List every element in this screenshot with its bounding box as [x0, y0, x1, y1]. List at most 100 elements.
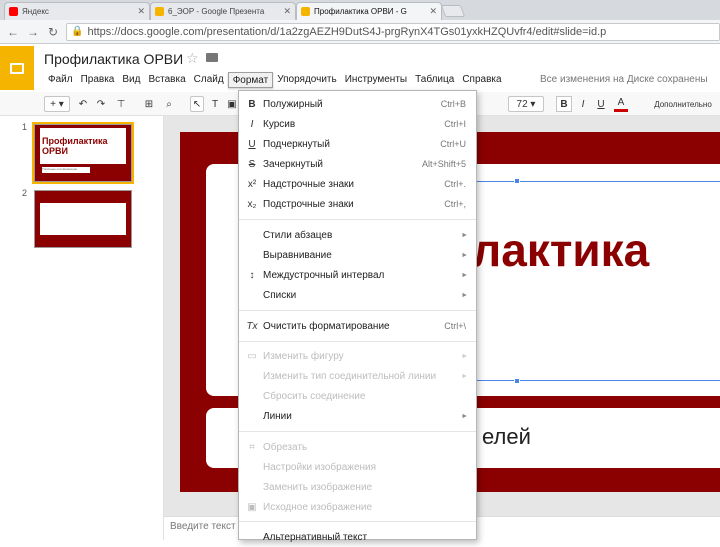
menu-separator	[239, 431, 476, 432]
reset-image-icon: ▣	[247, 501, 257, 513]
menu-item-change-shape[interactable]: ▭ Изменить фигуру ►	[239, 346, 476, 366]
text-color-button[interactable]: A	[614, 96, 628, 112]
strikethrough-icon: S	[248, 158, 256, 170]
menu-tools[interactable]: Инструменты	[341, 72, 411, 88]
font-size-value: 72	[516, 98, 528, 110]
document-title[interactable]: Профилактика ОРВИ	[44, 51, 183, 67]
app-header: Профилактика ОРВИ ☆ Файл Правка Вид Вста…	[0, 44, 720, 92]
menu-item-lists[interactable]: Списки ►	[239, 285, 476, 305]
menu-item-paragraph-styles[interactable]: Стили абзацев ►	[239, 225, 476, 245]
folder-icon[interactable]	[206, 53, 218, 62]
more-button[interactable]: Дополнительно	[650, 96, 716, 112]
select-tool-icon[interactable]: ↖	[190, 96, 204, 112]
menu-item-superscript[interactable]: x² Надстрочные знаки Ctrl+.	[239, 174, 476, 194]
submenu-arrow-icon: ►	[461, 291, 468, 299]
zoom-fit-icon[interactable]: ⊞	[142, 96, 156, 112]
font-size-select[interactable]: 72 ▾	[508, 96, 544, 112]
text-box-icon[interactable]: T	[208, 96, 222, 112]
underline-button[interactable]: U	[594, 96, 608, 112]
shape-icon: ▭	[247, 350, 257, 362]
save-status[interactable]: Все изменения на Диске сохранены	[540, 74, 708, 85]
slides-logo-icon[interactable]	[0, 46, 34, 90]
menu-item-clear-formatting[interactable]: Tx Очистить форматирование Ctrl+\	[239, 316, 476, 336]
submenu-arrow-icon: ►	[461, 231, 468, 239]
underline-icon: U	[248, 138, 256, 150]
redo-icon[interactable]: ↷	[94, 96, 108, 112]
menu-item-change-connector[interactable]: Изменить тип соединительной линии ►	[239, 366, 476, 386]
browser-tab-yandex[interactable]: Яндекс ✕	[4, 2, 150, 20]
new-tab-button[interactable]	[440, 5, 466, 17]
menu-edit[interactable]: Правка	[77, 72, 119, 88]
zoom-icon[interactable]: ⌕	[162, 96, 176, 112]
menu-slide[interactable]: Слайд	[190, 72, 228, 88]
url-text: https://docs.google.com/presentation/d/1…	[87, 25, 607, 38]
menu-view[interactable]: Вид	[118, 72, 144, 88]
back-arrow-icon[interactable]: ←	[6, 25, 20, 39]
slide-filmstrip: 1 Профилактика ОРВИ Типичные составляющи…	[0, 116, 164, 540]
format-menu-dropdown: B Полужирный Ctrl+B I Курсив Ctrl+I U По…	[238, 90, 477, 543]
menu-item-reset-connection[interactable]: Сбросить соединение	[239, 386, 476, 406]
notes-placeholder: Введите текст	[170, 521, 236, 532]
lock-icon: 🔒	[71, 26, 84, 37]
line-spacing-icon: ↕	[249, 269, 255, 281]
url-field[interactable]: 🔒 https://docs.google.com/presentation/d…	[66, 22, 720, 41]
menu-separator	[239, 341, 476, 342]
menu-separator	[239, 310, 476, 311]
menu-table[interactable]: Таблица	[411, 72, 458, 88]
paint-format-icon[interactable]: ⊤	[114, 96, 128, 112]
menu-item-alignment[interactable]: Выравнивание ►	[239, 245, 476, 265]
address-bar-row: ← → ↻ 🔒 https://docs.google.com/presenta…	[0, 20, 720, 44]
menu-insert[interactable]: Вставка	[144, 72, 189, 88]
menu-help[interactable]: Справка	[458, 72, 505, 88]
crop-icon: ⌗	[249, 441, 255, 453]
submenu-arrow-icon: ►	[461, 352, 468, 360]
image-icon[interactable]: ▣	[226, 96, 238, 112]
bold-button[interactable]: B	[556, 96, 572, 112]
thumb-title: Профилактика ОРВИ	[42, 136, 108, 156]
menu-item-strikethrough[interactable]: S Зачеркнутый Alt+Shift+5	[239, 154, 476, 174]
menu-item-italic[interactable]: I Курсив Ctrl+I	[239, 114, 476, 134]
slides-favicon-icon	[155, 7, 164, 16]
subscript-icon: x₂	[247, 198, 257, 210]
menu-item-crop[interactable]: ⌗ Обрезать	[239, 437, 476, 457]
italic-icon: I	[250, 118, 254, 130]
reload-icon[interactable]: ↻	[46, 25, 60, 39]
menu-item-reset-image[interactable]: ▣ Исходное изображение	[239, 497, 476, 517]
browser-tab-strip: Яндекс ✕ 6_ЭОР - Google Презента ✕ Профи…	[0, 0, 720, 20]
menu-file[interactable]: Файл	[44, 72, 77, 88]
menu-item-line-spacing[interactable]: ↕ Междустрочный интервал ►	[239, 265, 476, 285]
slide-subtitle-text[interactable]: елей	[482, 424, 531, 450]
italic-button[interactable]: I	[576, 96, 590, 112]
menu-item-bold[interactable]: B Полужирный Ctrl+B	[239, 94, 476, 114]
tab-title: 6_ЭОР - Google Презента	[168, 7, 265, 16]
tab-title: Яндекс	[22, 7, 49, 16]
new-slide-button[interactable]: + ▾	[44, 96, 70, 112]
menu-arrange[interactable]: Упорядочить	[273, 72, 341, 88]
menu-item-subscript[interactable]: x₂ Подстрочные знаки Ctrl+,	[239, 194, 476, 214]
close-icon[interactable]: ✕	[429, 6, 437, 17]
menu-format[interactable]: Формат	[227, 72, 274, 88]
resize-handle[interactable]	[514, 178, 520, 184]
bold-icon: B	[248, 98, 256, 110]
menu-item-alt-text[interactable]: Альтернативный текст	[239, 527, 476, 547]
submenu-arrow-icon: ►	[461, 251, 468, 259]
close-icon[interactable]: ✕	[283, 6, 291, 17]
submenu-arrow-icon: ►	[461, 372, 468, 380]
browser-tab-orvi[interactable]: Профилактика ОРВИ - G ✕	[296, 2, 442, 20]
slide-thumbnail-1[interactable]: Профилактика ОРВИ Типичные составляющие	[32, 122, 134, 184]
slide-thumbnail-2[interactable]	[34, 190, 132, 248]
forward-arrow-icon[interactable]: →	[26, 25, 40, 39]
menu-item-image-options[interactable]: Настройки изображения	[239, 457, 476, 477]
browser-tab-eor[interactable]: 6_ЭОР - Google Презента ✕	[150, 2, 296, 20]
close-icon[interactable]: ✕	[137, 6, 145, 17]
menu-item-replace-image[interactable]: Заменить изображение	[239, 477, 476, 497]
resize-handle[interactable]	[514, 378, 520, 384]
thumb-subtitle: Типичные составляющие	[42, 167, 90, 173]
menu-item-lines[interactable]: Линии ►	[239, 406, 476, 426]
star-icon[interactable]: ☆	[186, 50, 199, 67]
menu-item-underline[interactable]: U Подчеркнутый Ctrl+U	[239, 134, 476, 154]
menu-separator	[239, 521, 476, 522]
slides-favicon-icon	[301, 7, 310, 16]
menu-bar: Файл Правка Вид Вставка Слайд Формат Упо…	[44, 72, 506, 88]
undo-icon[interactable]: ↶	[76, 96, 90, 112]
